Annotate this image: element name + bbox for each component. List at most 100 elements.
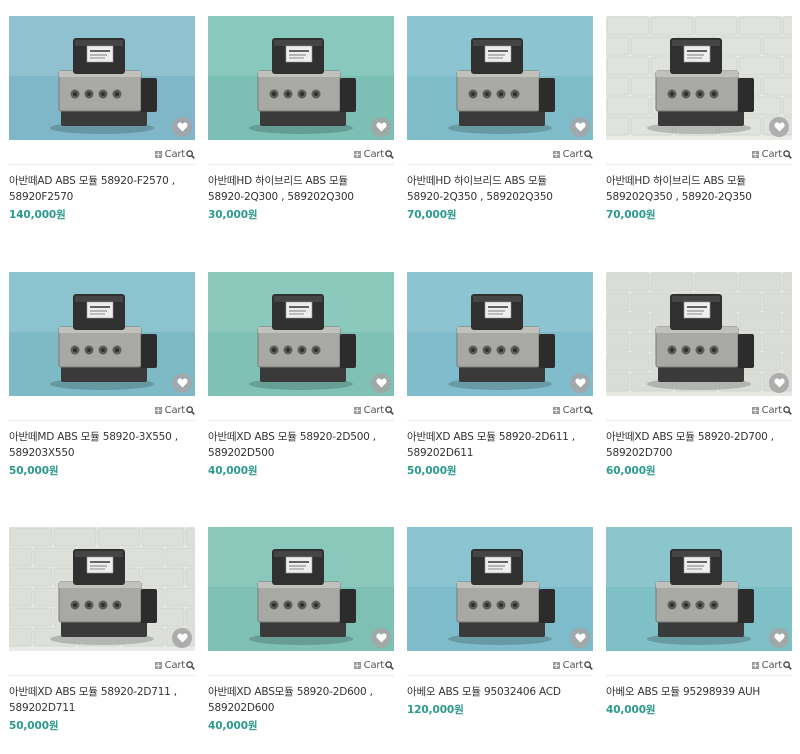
abs-module-image[interactable] [606, 16, 792, 140]
wishlist-heart-button[interactable] [769, 117, 789, 137]
product-title[interactable]: 아반떼XD ABS 모듈 58920-2D500 , 589202D500 [208, 429, 394, 461]
magnifier-icon[interactable] [584, 149, 593, 159]
magnifier-icon[interactable] [385, 149, 394, 159]
product-card[interactable]: + Cart 아반떼AD ABS 모듈 58920-F2570 , 58920F257… [9, 16, 195, 221]
magnifier-icon[interactable] [186, 405, 195, 415]
abs-module-image[interactable] [9, 272, 195, 396]
abs-module-image[interactable] [606, 527, 792, 651]
product-title-line2: 589202D700 [606, 447, 673, 459]
magnifier-icon[interactable] [584, 405, 593, 415]
wishlist-heart-button[interactable] [570, 628, 590, 648]
magnifier-icon[interactable] [783, 660, 792, 670]
magnifier-icon[interactable] [385, 660, 394, 670]
wishlist-heart-button[interactable] [769, 373, 789, 393]
product-title[interactable]: 아반떼XD ABS 모듈 58920-2D700 , 589202D700 [606, 429, 792, 461]
product-title-line2: 589202Q350 , 58920-2Q350 [606, 191, 752, 203]
product-card[interactable]: + Cart 아반떼XD ABS모듈 58920-2D600 , 589202D600… [208, 527, 394, 732]
product-photo[interactable] [9, 527, 195, 651]
abs-module-image[interactable] [208, 527, 394, 651]
wishlist-heart-button[interactable] [172, 628, 192, 648]
abs-module-image[interactable] [407, 527, 593, 651]
wishlist-heart-button[interactable] [769, 628, 789, 648]
plus-icon: + [154, 149, 162, 159]
product-title[interactable]: 아베오 ABS 모듈 95298939 AUH [606, 684, 792, 700]
wishlist-heart-button[interactable] [371, 117, 391, 137]
wishlist-heart-button[interactable] [570, 117, 590, 137]
product-photo[interactable] [606, 527, 792, 651]
abs-module-image[interactable] [407, 16, 593, 140]
add-to-cart-button[interactable]: + Cart [353, 403, 394, 417]
abs-module-image[interactable] [606, 272, 792, 396]
product-title[interactable]: 아반떼MD ABS 모듈 58920-3X550 , 589203X550 [9, 429, 195, 461]
add-to-cart-button[interactable]: + Cart [751, 658, 792, 672]
product-card[interactable]: + Cart 아반떼HD 하이브리드 ABS 모듈 589202Q350 , 5892… [606, 16, 792, 221]
add-to-cart-button[interactable]: + Cart [552, 658, 593, 672]
add-to-cart-button[interactable]: + Cart [154, 403, 195, 417]
product-title[interactable]: 아반떼XD ABS 모듈 58920-2D711 , 589202D711 [9, 684, 195, 716]
cart-label: Cart [164, 404, 186, 416]
product-photo[interactable] [208, 16, 394, 140]
product-photo[interactable] [208, 527, 394, 651]
abs-module-image[interactable] [9, 527, 195, 651]
abs-module-image[interactable] [9, 16, 195, 140]
product-card[interactable]: + Cart 아반떼XD ABS 모듈 58920-2D611 , 589202D61… [407, 272, 593, 477]
product-price: 40,000원 [208, 465, 258, 477]
product-photo[interactable] [407, 272, 593, 396]
product-title[interactable]: 아반떼HD 하이브리드 ABS 모듈 58920-2Q350 , 589202Q3… [407, 173, 593, 205]
magnifier-icon[interactable] [385, 405, 394, 415]
product-card[interactable]: + Cart 아반떼XD ABS 모듈 58920-2D700 , 589202D70… [606, 272, 792, 477]
product-title[interactable]: 아베오 ABS 모듈 95032406 ACD [407, 684, 593, 700]
magnifier-icon[interactable] [783, 405, 792, 415]
product-title[interactable]: 아반떼XD ABS 모듈 58920-2D611 , 589202D611 [407, 429, 593, 461]
product-card[interactable]: + Cart 아반떼HD 하이브리드 ABS 모듈 58920-2Q350 , 589… [407, 16, 593, 221]
plus-icon: + [353, 149, 361, 159]
product-title-line1: 아반떼XD ABS 모듈 58920-2D711 , [9, 686, 177, 698]
product-card[interactable]: + Cart 아반떼XD ABS 모듈 58920-2D711 , 589202D71… [9, 527, 195, 732]
add-to-cart-button[interactable]: + Cart [353, 147, 394, 161]
heart-icon [773, 633, 785, 643]
heart-icon [375, 378, 387, 388]
wishlist-heart-button[interactable] [172, 373, 192, 393]
product-card[interactable]: + Cart 아반떼XD ABS 모듈 58920-2D500 , 589202D50… [208, 272, 394, 477]
product-card[interactable]: + Cart 아반떼HD 하이브리드 ABS 모듈 58920-2Q300 , 589… [208, 16, 394, 221]
abs-module-image[interactable] [407, 272, 593, 396]
magnifier-icon[interactable] [783, 149, 792, 159]
product-photo[interactable] [407, 527, 593, 651]
add-to-cart-button[interactable]: + Cart [751, 147, 792, 161]
abs-module-image[interactable] [208, 272, 394, 396]
product-title-line1: 아베오 ABS 모듈 95298939 AUH [606, 686, 761, 698]
magnifier-icon[interactable] [186, 149, 195, 159]
product-photo[interactable] [208, 272, 394, 396]
product-photo[interactable] [9, 272, 195, 396]
plus-icon: + [751, 660, 759, 670]
product-title[interactable]: 아반떼HD 하이브리드 ABS 모듈 58920-2Q300 , 589202Q3… [208, 173, 394, 205]
wishlist-heart-button[interactable] [371, 373, 391, 393]
product-title[interactable]: 아반떼AD ABS 모듈 58920-F2570 , 58920F2570 [9, 173, 195, 205]
product-title[interactable]: 아반떼XD ABS모듈 58920-2D600 , 589202D600 [208, 684, 394, 716]
add-to-cart-button[interactable]: + Cart [154, 658, 195, 672]
product-title-line2: 589202D600 [208, 702, 275, 714]
product-title-line1: 아반떼XD ABS 모듈 58920-2D611 , [407, 431, 575, 443]
abs-module-image[interactable] [208, 16, 394, 140]
product-card[interactable]: + Cart 아반떼MD ABS 모듈 58920-3X550 , 589203X55… [9, 272, 195, 477]
add-to-cart-button[interactable]: + Cart [552, 147, 593, 161]
magnifier-icon[interactable] [584, 660, 593, 670]
product-photo[interactable] [9, 16, 195, 140]
product-card[interactable]: + Cart 아베오 ABS 모듈 95298939 AUH 40,000원 [606, 527, 792, 716]
add-to-cart-button[interactable]: + Cart [154, 147, 195, 161]
add-to-cart-button[interactable]: + Cart [353, 658, 394, 672]
magnifier-icon[interactable] [186, 660, 195, 670]
product-card[interactable]: + Cart 아베오 ABS 모듈 95032406 ACD 120,000원 [407, 527, 593, 716]
heart-icon [574, 378, 586, 388]
wishlist-heart-button[interactable] [371, 628, 391, 648]
wishlist-heart-button[interactable] [570, 373, 590, 393]
product-photo[interactable] [606, 16, 792, 140]
product-title-line2: 589202D500 [208, 447, 275, 459]
divider [9, 675, 195, 676]
add-to-cart-button[interactable]: + Cart [552, 403, 593, 417]
product-title[interactable]: 아반떼HD 하이브리드 ABS 모듈 589202Q350 , 58920-2Q3… [606, 173, 792, 205]
product-photo[interactable] [606, 272, 792, 396]
wishlist-heart-button[interactable] [172, 117, 192, 137]
add-to-cart-button[interactable]: + Cart [751, 403, 792, 417]
product-photo[interactable] [407, 16, 593, 140]
